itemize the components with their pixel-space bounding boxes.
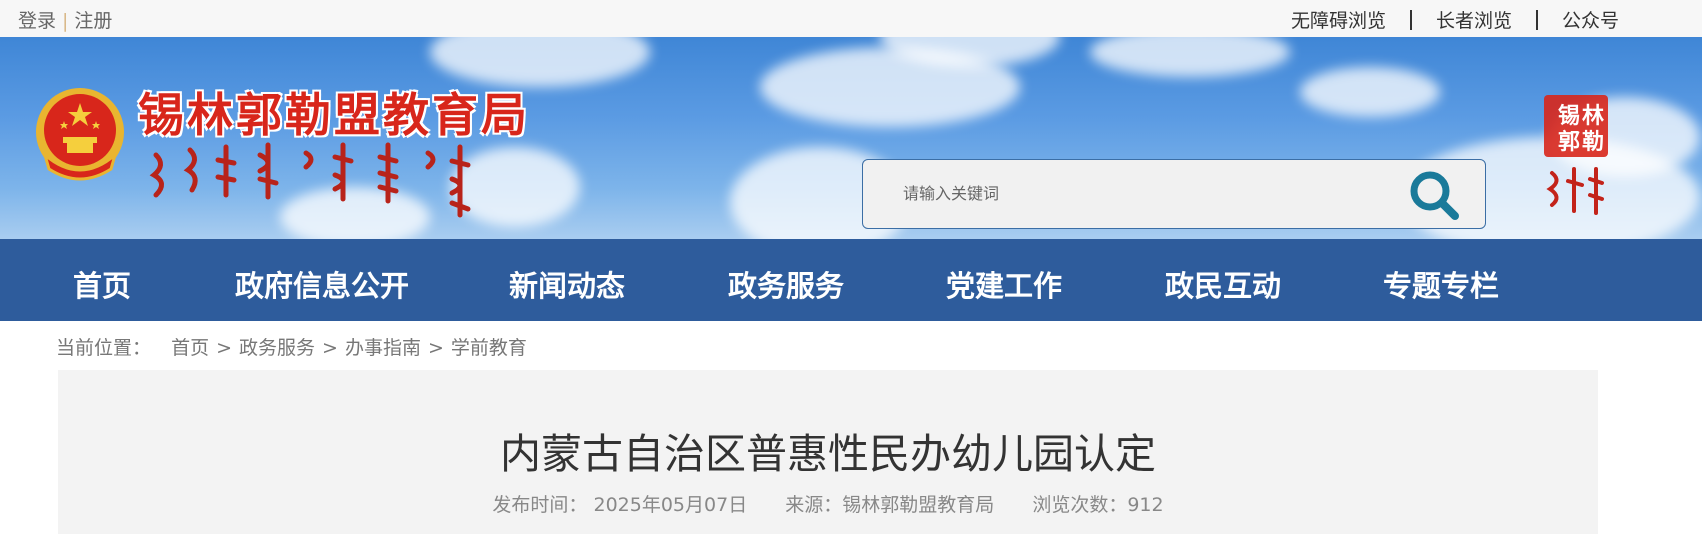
nav-item-gov-info[interactable]: 政府信息公开 xyxy=(235,263,409,305)
divider xyxy=(1535,9,1538,30)
official-account-link[interactable]: 公众号 xyxy=(1562,6,1619,33)
article-panel: 内蒙古自治区普惠性民办幼儿园认定 发布时间： 2025年05月07日 来源：锡林… xyxy=(58,370,1598,534)
nav-item-news[interactable]: 新闻动态 xyxy=(509,263,625,305)
svg-text:勒: 勒 xyxy=(1582,129,1604,155)
cloud-decoration xyxy=(1300,67,1440,117)
breadcrumb-preschool[interactable]: 学前教育 xyxy=(451,337,527,359)
link-separator: | xyxy=(62,10,69,32)
nav-item-party[interactable]: 党建工作 xyxy=(946,263,1062,305)
svg-text:郭: 郭 xyxy=(1558,129,1580,155)
publish-date: 2025年05月07日 xyxy=(593,494,748,516)
publish-time: 发布时间： 2025年05月07日 xyxy=(492,494,747,516)
breadcrumb-services[interactable]: 政务服务 xyxy=(239,337,315,359)
register-link[interactable]: 注册 xyxy=(74,10,112,32)
top-bar: 登录 | 注册 无障碍浏览 长者浏览 公众号 xyxy=(0,0,1702,37)
breadcrumb-home[interactable]: 首页 xyxy=(171,337,209,359)
search-input[interactable] xyxy=(903,180,1383,210)
article-source: 来源：锡林郭勒盟教育局 xyxy=(785,494,995,516)
view-count: 浏览次数：912 xyxy=(1032,494,1164,516)
breadcrumb-label: 当前位置： xyxy=(56,337,152,359)
accessible-browse-link[interactable]: 无障碍浏览 xyxy=(1291,6,1386,33)
breadcrumb-separator: > xyxy=(216,337,232,359)
elderly-browse-link[interactable]: 长者浏览 xyxy=(1436,6,1512,33)
breadcrumb-separator: > xyxy=(322,337,338,359)
site-banner: 锡林郭勒盟教育局 锡 林 郭 勒 xyxy=(0,37,1702,239)
seal-logo: 锡 林 郭 勒 xyxy=(1544,95,1608,215)
cloud-decoration xyxy=(1090,37,1290,77)
breadcrumb: 当前位置： 首页 > 政务服务 > 办事指南 > 学前教育 xyxy=(56,333,527,360)
search-box xyxy=(862,159,1486,229)
nav-item-services[interactable]: 政务服务 xyxy=(728,263,844,305)
divider xyxy=(1409,9,1412,30)
svg-text:林: 林 xyxy=(1582,103,1604,129)
nav-item-home[interactable]: 首页 xyxy=(73,263,131,305)
svg-text:锡: 锡 xyxy=(1558,103,1580,129)
search-icon[interactable] xyxy=(1405,166,1463,224)
article-title: 内蒙古自治区普惠性民办幼儿园认定 xyxy=(500,430,1156,478)
article-meta: 发布时间： 2025年05月07日 来源：锡林郭勒盟教育局 浏览次数：912 xyxy=(58,490,1598,517)
nav-item-topics[interactable]: 专题专栏 xyxy=(1383,263,1499,305)
publish-label: 发布时间： xyxy=(492,494,588,516)
breadcrumb-guide[interactable]: 办事指南 xyxy=(345,337,421,359)
mongolian-script-logo xyxy=(149,142,471,218)
login-link[interactable]: 登录 xyxy=(18,10,56,32)
national-emblem-icon xyxy=(36,88,124,181)
breadcrumb-separator: > xyxy=(427,337,444,359)
account-links: 登录 | 注册 xyxy=(18,6,112,33)
accessibility-links: 无障碍浏览 长者浏览 公众号 xyxy=(1291,6,1619,33)
main-nav: 首页 政府信息公开 新闻动态 政务服务 党建工作 政民互动 专题专栏 xyxy=(0,239,1702,321)
nav-item-interaction[interactable]: 政民互动 xyxy=(1165,263,1281,305)
